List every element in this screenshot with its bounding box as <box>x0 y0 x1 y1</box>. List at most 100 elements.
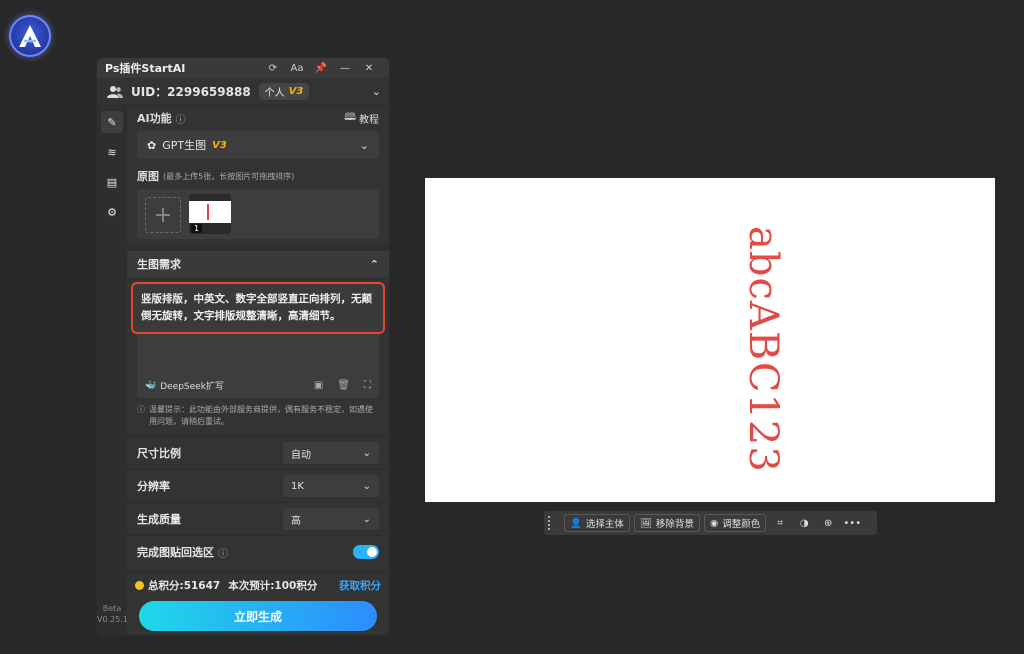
setting-quality: 生成质量 高 ⌄ <box>127 502 389 535</box>
refresh-icon[interactable]: ⟳ <box>261 58 285 78</box>
rail-item-docs[interactable]: ▤ <box>97 167 127 197</box>
total-points: 总积分:51647 <box>148 580 221 592</box>
original-header: 原图 (最多上传5张，长按图片可拖拽排序) <box>127 165 389 187</box>
select-subject-button[interactable]: 👤 选择主体 <box>564 514 630 532</box>
ai-function-version: V3 <box>212 139 227 151</box>
document-canvas[interactable]: abcABC123 <box>425 178 995 502</box>
pencil-icon: ✎ <box>101 111 123 133</box>
generation-header[interactable]: 生图需求 ⌃ <box>127 251 389 277</box>
button-label: 选择主体 <box>585 519 624 530</box>
prompt-input[interactable]: 竖版排版，中英文、数字全部竖直正向排列，无颠倒无旋转，文字排版规整清晰，高清细节… <box>131 282 385 334</box>
add-image-button[interactable]: + <box>145 197 181 233</box>
tip-text: 温馨提示：此功能由外部服务商提供，偶有服务不稳定，如遇使用问题，请稍后重试。 <box>149 405 373 426</box>
chevron-down-icon[interactable]: ⌄ <box>372 85 381 98</box>
palette-icon: ◉ <box>709 517 719 529</box>
document-icon: ▤ <box>106 175 118 189</box>
font-size-icon[interactable]: Aa <box>285 58 309 78</box>
prompt-tools: 🐳 DeepSeek扩写 ▣ 🗑 ⛶ <box>145 379 371 392</box>
contextual-taskbar: 👤 选择主体 🖼 移除背景 ◉ 调整颜色 ⌗ ◑ ⊕ ••• <box>544 511 877 535</box>
deepseek-label: DeepSeek扩写 <box>160 382 224 392</box>
info-icon[interactable]: ⓘ <box>176 111 186 126</box>
ai-function-select[interactable]: ✿ GPT生图 V3 ⌄ <box>137 131 379 159</box>
book-icon: 🕮 <box>344 111 356 123</box>
setting-resolution: 分辨率 1K ⌄ <box>127 469 389 502</box>
minimize-icon[interactable]: — <box>333 58 357 78</box>
settings-list: 尺寸比例 自动 ⌄ 分辨率 1K ⌄ 生成质量 高 ⌄ 完成图贴回选区 ⓘ <box>127 436 389 568</box>
setting-label: 分辨率 <box>137 480 170 493</box>
whale-icon: 🐳 <box>145 380 157 391</box>
drag-handle[interactable] <box>548 516 552 530</box>
chevron-down-icon: ⌄ <box>362 447 371 459</box>
expand-icon[interactable]: ⛶ <box>364 380 371 391</box>
chevron-up-icon: ⌃ <box>369 257 379 271</box>
prompt-icon-group: ▣ 🗑 ⛶ <box>314 380 371 391</box>
setting-paste-back: 完成图贴回选区 ⓘ <box>127 535 389 568</box>
setting-label: 完成图贴回选区 <box>137 546 214 559</box>
select-value: 自动 <box>291 449 311 461</box>
select-value: 高 <box>291 515 301 527</box>
setting-aspect-ratio: 尺寸比例 自动 ⌄ <box>127 436 389 469</box>
plan-version: V3 <box>288 86 304 97</box>
chevron-down-icon: ⌄ <box>362 480 371 492</box>
trash-icon[interactable]: 🗑 <box>337 380 350 391</box>
adjust-color-button[interactable]: ◉ 调整颜色 <box>703 514 767 532</box>
paste-back-toggle[interactable] <box>353 545 379 559</box>
person-icon: 👤 <box>570 517 582 529</box>
resolution-select[interactable]: 1K ⌄ <box>283 475 379 497</box>
tutorial-link[interactable]: 🕮 教程 <box>344 110 379 127</box>
image-upload-area: + 1 <box>137 189 379 239</box>
beta-label: Beta <box>102 604 122 613</box>
startai-logo[interactable] <box>9 15 51 57</box>
rail-item-layers[interactable]: ≋ <box>97 137 127 167</box>
rail-item-settings[interactable]: ⚙ <box>97 197 127 227</box>
plan-label: 个人 <box>264 88 285 99</box>
remove-background-button[interactable]: 🖼 移除背景 <box>633 514 700 532</box>
button-label: 调整颜色 <box>722 519 761 530</box>
info-icon: ⓘ <box>137 405 145 414</box>
crop-icon[interactable]: ⌗ <box>770 514 790 532</box>
coin-icon <box>135 581 144 590</box>
gear-icon: ⚙ <box>107 205 117 219</box>
panel-footer: 总积分:51647 本次预计:100积分 获取积分 立即生成 <box>127 571 389 635</box>
plugin-panel: Ps插件StartAI ⟳ Aa 📌 — ✕ UID：2299659888 个人… <box>96 57 390 636</box>
aspect-ratio-select[interactable]: 自动 ⌄ <box>283 442 379 464</box>
beta-version: Beta V0.25.1 <box>97 603 128 625</box>
layers-icon: ≋ <box>107 145 117 159</box>
contrast-icon[interactable]: ◑ <box>794 514 814 532</box>
thumbnail-index: 1 <box>191 224 203 233</box>
info-icon[interactable]: ⓘ <box>218 545 228 560</box>
ai-function-value: GPT生图 <box>162 139 207 152</box>
setting-label: 生成质量 <box>137 513 181 526</box>
adjustment-layer-icon[interactable]: ⊕ <box>818 514 838 532</box>
uid-label: UID：2299659888 <box>131 85 251 99</box>
thumbnail-preview <box>189 201 231 223</box>
panel-title: Ps插件StartAI <box>105 62 186 75</box>
prompt-library-icon[interactable]: ▣ <box>314 380 323 391</box>
original-label: 原图 <box>137 170 159 183</box>
service-tip: ⓘ 温馨提示：此功能由外部服务商提供，偶有服务不稳定，如遇使用问题，请稍后重试。 <box>137 404 379 428</box>
button-label: 移除背景 <box>655 519 694 530</box>
more-icon[interactable]: ••• <box>842 514 862 532</box>
plus-icon: + <box>153 202 173 228</box>
pin-icon[interactable]: 📌 <box>309 58 333 78</box>
logo-a-icon <box>19 25 41 47</box>
ai-function-label: AI功能 <box>137 112 172 125</box>
image-thumbnail[interactable]: 1 <box>189 194 231 234</box>
prompt-area[interactable]: 竖版排版，中英文、数字全部竖直正向排列，无颠倒无旋转，文字排版规整清晰，高清细节… <box>131 282 385 398</box>
version-label: V0.25.1 <box>97 615 128 624</box>
canvas-vertical-text: abcABC123 <box>740 226 786 473</box>
user-bar[interactable]: UID：2299659888 个人 V3 ⌄ <box>97 78 389 106</box>
gpt-icon: ✿ <box>147 138 157 152</box>
get-points-link[interactable]: 获取积分 <box>339 578 381 593</box>
generate-button[interactable]: 立即生成 <box>139 601 377 631</box>
close-icon[interactable]: ✕ <box>357 58 381 78</box>
original-hint: (最多上传5张，长按图片可拖拽排序) <box>163 171 295 181</box>
deepseek-expand-button[interactable]: 🐳 DeepSeek扩写 <box>145 379 224 393</box>
quality-select[interactable]: 高 ⌄ <box>283 508 379 530</box>
chevron-down-icon: ⌄ <box>362 513 371 525</box>
estimate-points: 本次预计:100积分 <box>228 580 318 592</box>
main-content: AI功能 ⓘ 🕮 教程 ✿ GPT生图 V3 ⌄ 原图 (最多上传5张，长按图片… <box>127 107 389 635</box>
rail-item-edit[interactable]: ✎ <box>97 107 127 137</box>
panel-titlebar[interactable]: Ps插件StartAI ⟳ Aa 📌 — ✕ <box>97 58 389 78</box>
plan-badge: 个人 V3 <box>258 83 310 100</box>
